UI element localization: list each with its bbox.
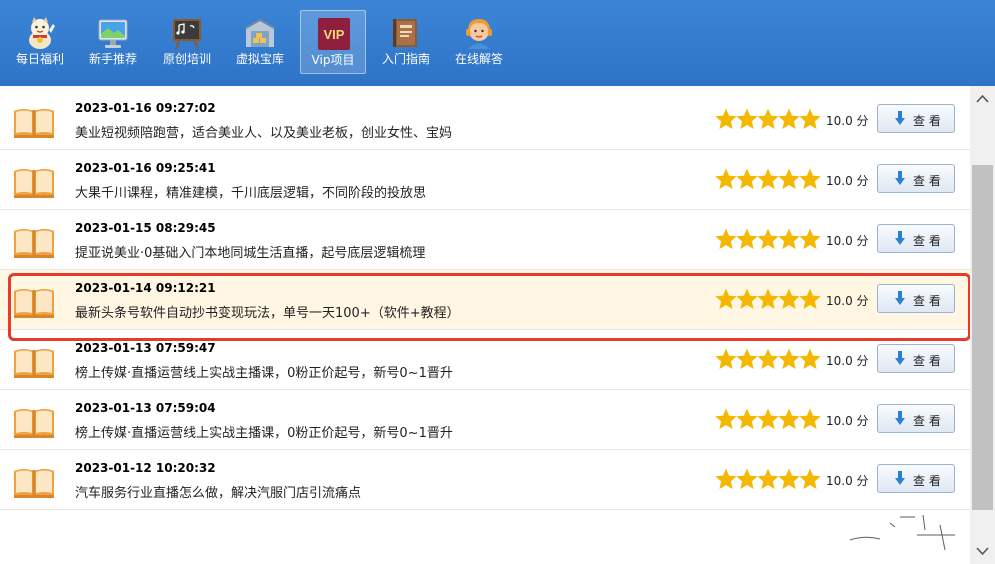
item-date: 2023-01-13 07:59:47 bbox=[75, 341, 216, 355]
view-button-label: 查 看 bbox=[913, 474, 941, 488]
view-button[interactable]: 查 看 bbox=[877, 224, 955, 253]
toolbar-item-label: 新手推荐 bbox=[88, 52, 137, 66]
toolbar-item-getting-started[interactable]: 入门指南 bbox=[373, 10, 439, 74]
view-button-label: 查 看 bbox=[913, 294, 941, 308]
item-score: 10.0 分 bbox=[826, 414, 869, 428]
item-score: 10.0 分 bbox=[826, 174, 869, 188]
item-date: 2023-01-13 07:59:04 bbox=[75, 401, 216, 415]
list-item[interactable]: 2023-01-15 08:29:45 提亚说美业·0基础入门本地同城生活直播，… bbox=[0, 210, 970, 270]
chalkboard-icon bbox=[173, 19, 201, 50]
item-date: 2023-01-16 09:27:02 bbox=[75, 101, 216, 115]
rating-stars bbox=[714, 287, 822, 311]
item-score: 10.0 分 bbox=[826, 114, 869, 128]
item-score: 10.0 分 bbox=[826, 234, 869, 248]
view-button[interactable]: 查 看 bbox=[877, 284, 955, 313]
item-title: 汽车服务行业直播怎么做，解决汽服门店引流痛点 bbox=[75, 486, 362, 501]
toolbar-item-vip-projects[interactable]: VIP Vip项目 bbox=[300, 10, 366, 74]
toolbar-item-label: 入门指南 bbox=[381, 52, 430, 66]
item-title: 美业短视频陪跑营，适合美业人、以及美业老板，创业女性、宝妈 bbox=[75, 126, 453, 141]
top-toolbar: 每日福利 新手推荐 原创培训 虚拟宝库 VIP Vip项目 入门指南 在线解答 bbox=[0, 0, 995, 86]
watermark-scribble bbox=[849, 514, 955, 551]
item-title: 最新头条号软件自动抄书变现玩法，单号一天100+（软件+教程） bbox=[75, 306, 460, 321]
toolbar-item-label: 原创培训 bbox=[162, 52, 211, 66]
rating-stars bbox=[714, 467, 822, 491]
download-arrow-icon bbox=[895, 351, 905, 365]
view-button[interactable]: 查 看 bbox=[877, 164, 955, 193]
view-button[interactable]: 查 看 bbox=[877, 344, 955, 373]
warehouse-icon bbox=[245, 18, 275, 47]
list-item[interactable]: 2023-01-12 10:20:32 汽车服务行业直播怎么做，解决汽服门店引流… bbox=[0, 450, 970, 510]
star-icon bbox=[798, 407, 822, 431]
view-button[interactable]: 查 看 bbox=[877, 464, 955, 493]
vip-icon: VIP bbox=[318, 18, 350, 50]
rating-stars bbox=[714, 347, 822, 371]
open-book-icon bbox=[14, 409, 54, 438]
toolbar-item-beginner-recommend[interactable]: 新手推荐 bbox=[80, 10, 146, 74]
download-arrow-icon bbox=[895, 111, 905, 125]
toolbar-item-label: Vip项目 bbox=[311, 53, 355, 67]
item-score: 10.0 分 bbox=[826, 294, 869, 308]
download-arrow-icon bbox=[895, 471, 905, 485]
scroll-down-icon[interactable] bbox=[970, 540, 995, 562]
lucky-cat-icon bbox=[29, 17, 55, 49]
open-book-icon bbox=[14, 229, 54, 258]
view-button-label: 查 看 bbox=[913, 114, 941, 128]
list-item[interactable]: 2023-01-16 09:25:41 大果千川课程，精准建模，千川底层逻辑，不… bbox=[0, 150, 970, 210]
toolbar-item-daily-welfare[interactable]: 每日福利 bbox=[7, 10, 73, 74]
guide-book-icon bbox=[393, 19, 417, 47]
list-item[interactable]: 2023-01-14 09:12:21 最新头条号软件自动抄书变现玩法，单号一天… bbox=[0, 270, 970, 330]
view-button-label: 查 看 bbox=[913, 414, 941, 428]
download-arrow-icon bbox=[895, 231, 905, 245]
item-date: 2023-01-15 08:29:45 bbox=[75, 221, 216, 235]
star-icon bbox=[798, 167, 822, 191]
item-title: 榜上传媒·直播运营线上实战主播课，0粉正价起号，新号0~1晋升 bbox=[75, 366, 453, 381]
star-icon bbox=[798, 227, 822, 251]
open-book-icon bbox=[14, 289, 54, 318]
open-book-icon bbox=[14, 349, 54, 378]
download-arrow-icon bbox=[895, 411, 905, 425]
list-item[interactable]: 2023-01-16 09:27:02 美业短视频陪跑营，适合美业人、以及美业老… bbox=[0, 90, 970, 150]
view-button-label: 查 看 bbox=[913, 354, 941, 368]
star-icon bbox=[798, 287, 822, 311]
toolbar-item-label: 虚拟宝库 bbox=[235, 52, 284, 66]
toolbar-item-online-support[interactable]: 在线解答 bbox=[446, 10, 512, 74]
star-icon bbox=[798, 467, 822, 491]
rating-stars bbox=[714, 107, 822, 131]
star-icon bbox=[798, 107, 822, 131]
rating-stars bbox=[714, 167, 822, 191]
support-agent-icon bbox=[466, 19, 492, 49]
view-button-label: 查 看 bbox=[913, 174, 941, 188]
scroll-up-icon[interactable] bbox=[970, 88, 995, 110]
open-book-icon bbox=[14, 109, 54, 138]
view-button-label: 查 看 bbox=[913, 234, 941, 248]
project-list: 2023-01-16 09:27:02 美业短视频陪跑营，适合美业人、以及美业老… bbox=[0, 90, 970, 510]
open-book-icon bbox=[14, 469, 54, 498]
vip-badge-text: VIP bbox=[324, 27, 345, 42]
item-date: 2023-01-14 09:12:21 bbox=[75, 281, 216, 295]
toolbar-item-virtual-treasury[interactable]: 虚拟宝库 bbox=[227, 10, 293, 74]
scrollbar-thumb[interactable] bbox=[972, 165, 993, 510]
open-book-icon bbox=[14, 169, 54, 198]
download-arrow-icon bbox=[895, 171, 905, 185]
item-title: 榜上传媒·直播运营线上实战主播课，0粉正价起号，新号0~1晋升 bbox=[75, 426, 453, 441]
item-score: 10.0 分 bbox=[826, 354, 869, 368]
toolbar-item-original-training[interactable]: 原创培训 bbox=[154, 10, 220, 74]
download-arrow-icon bbox=[895, 291, 905, 305]
item-title: 大果千川课程，精准建模，千川底层逻辑，不同阶段的投放思 bbox=[75, 186, 427, 201]
rating-stars bbox=[714, 407, 822, 431]
view-button[interactable]: 查 看 bbox=[877, 104, 955, 133]
list-item[interactable]: 2023-01-13 07:59:04 榜上传媒·直播运营线上实战主播课，0粉正… bbox=[0, 390, 970, 450]
toolbar-item-label: 在线解答 bbox=[454, 52, 503, 66]
toolbar-item-label: 每日福利 bbox=[15, 52, 64, 66]
view-button[interactable]: 查 看 bbox=[877, 404, 955, 433]
monitor-icon bbox=[98, 19, 128, 48]
rating-stars bbox=[714, 227, 822, 251]
item-title: 提亚说美业·0基础入门本地同城生活直播，起号底层逻辑梳理 bbox=[75, 246, 426, 261]
item-score: 10.0 分 bbox=[826, 474, 869, 488]
item-date: 2023-01-16 09:25:41 bbox=[75, 161, 216, 175]
list-item[interactable]: 2023-01-13 07:59:47 榜上传媒·直播运营线上实战主播课，0粉正… bbox=[0, 330, 970, 390]
item-date: 2023-01-12 10:20:32 bbox=[75, 461, 216, 475]
star-icon bbox=[798, 347, 822, 371]
